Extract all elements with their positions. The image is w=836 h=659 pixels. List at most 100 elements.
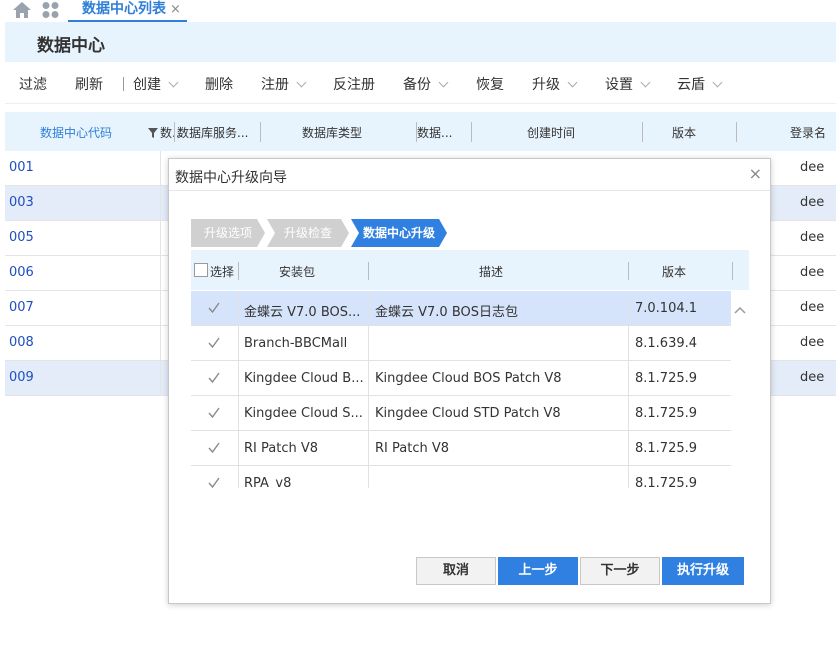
toolbar-item-10[interactable]: 云盾 — [677, 74, 723, 94]
toolbar-item-7[interactable]: 恢复 — [476, 74, 504, 94]
toolbar-item-4[interactable]: 注册 — [261, 74, 307, 94]
grid-header-col-5[interactable]: 创建时间 — [527, 124, 575, 141]
chevron-down-icon — [640, 77, 651, 88]
grid-header-col-6[interactable]: 版本 — [672, 124, 696, 141]
run-upgrade-button[interactable]: 执行升级 — [662, 557, 744, 585]
row-divider — [160, 291, 161, 326]
package-row[interactable]: Kingdee Cloud S... Kingdee Cloud STD Patc… — [191, 396, 731, 431]
row-divider — [160, 221, 161, 256]
row-login-name: dee — [800, 300, 825, 315]
package-name: Kingdee Cloud S... — [244, 406, 363, 421]
check-icon[interactable] — [207, 406, 221, 420]
filter-icon[interactable] — [148, 128, 158, 138]
cell-separator — [628, 431, 629, 466]
cancel-button[interactable]: 取消 — [416, 557, 496, 585]
grid-header-col-3[interactable]: 数据库类型 — [302, 124, 362, 141]
header-description[interactable]: 描述 — [479, 263, 503, 280]
toolbar-item-0[interactable]: 过滤 — [19, 74, 47, 94]
cell-separator — [628, 466, 629, 488]
package-row[interactable]: Branch-BBCMall 8.1.639.4 — [191, 326, 731, 361]
apps-grid-icon[interactable] — [41, 1, 61, 19]
package-name: Branch-BBCMall — [244, 336, 348, 351]
cell-separator — [628, 291, 629, 326]
grid-header-col-7[interactable]: 登录名 — [790, 124, 826, 141]
row-divider — [160, 256, 161, 291]
tab-datacenter-list[interactable]: 数据中心列表 × — [68, 0, 187, 22]
row-code: 007 — [9, 300, 34, 315]
check-icon[interactable] — [207, 371, 221, 385]
toolbar-item-2[interactable]: 创建 — [133, 74, 179, 94]
toolbar-item-8[interactable]: 升级 — [532, 74, 578, 94]
row-code: 008 — [9, 335, 34, 350]
row-login-name: dee — [800, 230, 825, 245]
wizard-step-label: 升级检查 — [283, 226, 332, 240]
cell-separator — [368, 361, 369, 396]
home-icon[interactable] — [12, 1, 32, 19]
wizard-step-label: 数据中心升级 — [362, 226, 435, 240]
chevron-down-icon — [296, 77, 307, 88]
toolbar-item-label: 创建 — [133, 77, 161, 93]
package-description: RI Patch V8 — [375, 441, 450, 456]
cell-separator — [368, 431, 369, 466]
dialog-divider — [169, 190, 770, 191]
select-all-checkbox[interactable] — [194, 263, 208, 277]
package-name: RPA_v8 — [244, 476, 292, 488]
row-code: 006 — [9, 265, 34, 280]
row-divider — [160, 151, 161, 186]
package-row[interactable]: RPA_v8 8.1.725.9 — [191, 466, 731, 488]
toolbar-item-6[interactable]: 备份 — [403, 74, 449, 94]
header-version[interactable]: 版本 — [662, 263, 686, 280]
package-description: Kingdee Cloud STD Patch V8 — [375, 406, 561, 421]
toolbar-item-5[interactable]: 反注册 — [333, 74, 375, 94]
package-version: 8.1.725.9 — [635, 476, 698, 488]
grid-header-col-0[interactable]: 数据中心代码 — [40, 124, 112, 141]
grid-header-separator — [416, 122, 417, 142]
grid-header-separator — [736, 122, 737, 142]
previous-step-button[interactable]: 上一步 — [498, 557, 578, 585]
cell-separator — [628, 361, 629, 396]
package-row[interactable]: Kingdee Cloud B... Kingdee Cloud BOS Patc… — [191, 361, 731, 396]
tab-close-icon[interactable]: × — [170, 2, 181, 17]
check-icon[interactable] — [207, 336, 221, 350]
scroll-up-chevron-icon[interactable] — [734, 305, 746, 315]
toolbar-item-label: 云盾 — [677, 77, 705, 93]
package-name: Kingdee Cloud B... — [244, 371, 364, 386]
package-table-header: 选择 安装包 描述 版本 — [191, 250, 749, 290]
package-description: Kingdee Cloud BOS Patch V8 — [375, 371, 562, 386]
header-separator — [732, 262, 733, 280]
cell-separator — [238, 326, 239, 361]
grid-header-col-4[interactable]: 数据... — [417, 124, 452, 141]
check-icon[interactable] — [207, 441, 221, 455]
toolbar-item-1[interactable]: 刷新 — [75, 74, 103, 94]
row-code: 001 — [9, 160, 34, 175]
package-version: 8.1.725.9 — [635, 441, 698, 456]
row-divider — [160, 326, 161, 361]
toolbar-item-label: 反注册 — [333, 77, 375, 93]
row-divider — [160, 186, 161, 221]
toolbar-item-3[interactable]: 删除 — [205, 74, 233, 94]
header-package[interactable]: 安装包 — [279, 263, 315, 280]
toolbar: 过滤 刷新 创建 删除 注册 反注册 备份 恢复 升级 设置 云盾 — [5, 62, 836, 104]
toolbar-item-label: 设置 — [605, 77, 633, 93]
package-row[interactable]: 金蝶云 V7.0 BOS... 金蝶云 V7.0 BOS日志包 7.0.104.1 — [191, 291, 731, 326]
toolbar-item-9[interactable]: 设置 — [605, 74, 651, 94]
package-table: 选择 安装包 描述 版本 金蝶云 V7.0 BOS... 金蝶云 V7.0 BOS… — [191, 250, 749, 488]
row-login-name: dee — [800, 160, 825, 175]
page-title: 数据中心 — [37, 36, 105, 56]
dialog-close-icon[interactable]: × — [749, 164, 762, 183]
package-description: 金蝶云 V7.0 BOS日志包 — [375, 305, 519, 320]
cell-separator — [628, 326, 629, 361]
chevron-down-icon — [168, 77, 179, 88]
wizard-step-label: 升级选项 — [203, 226, 252, 240]
toolbar-separator — [123, 77, 124, 91]
toolbar-item-label: 过滤 — [19, 77, 47, 93]
cell-separator — [238, 361, 239, 396]
cell-separator — [238, 466, 239, 488]
grid-header-col-2[interactable]: 数据库服务... — [177, 124, 248, 141]
check-icon[interactable] — [207, 301, 221, 315]
check-icon[interactable] — [207, 476, 221, 488]
next-step-button[interactable]: 下一步 — [580, 557, 660, 585]
package-row[interactable]: RI Patch V8 RI Patch V8 8.1.725.9 — [191, 431, 731, 466]
toolbar-item-label: 注册 — [261, 77, 289, 93]
chevron-down-icon — [567, 77, 578, 88]
